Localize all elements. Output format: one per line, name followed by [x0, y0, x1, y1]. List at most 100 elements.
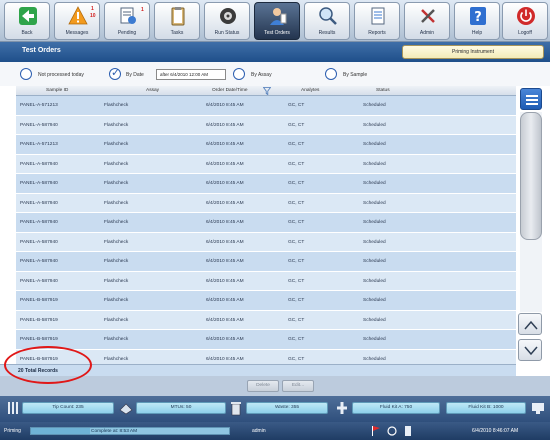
edit-button[interactable]: Edit...	[282, 380, 314, 392]
status-cell: Scheduled	[363, 337, 386, 342]
sample-id-cell: PANEL-B-587919	[20, 317, 58, 323]
run-status-button[interactable]: Run Status	[204, 2, 250, 40]
label-not-processed-today: Not processed today	[38, 72, 84, 78]
column-header-status[interactable]: Status	[376, 88, 390, 93]
magnifier-icon	[319, 7, 337, 25]
radio-not-processed-today[interactable]	[20, 68, 32, 80]
table-row[interactable]: PANEL-A-587940 Flashcheck 6/4/2010 8:45 AM…	[16, 271, 516, 291]
sample-id-cell: PANEL-A-587940	[20, 200, 58, 206]
table-row[interactable]: PANEL-A-587940 Flashcheck 6/4/2010 8:45 AM…	[16, 252, 516, 272]
scroll-up-button[interactable]	[518, 313, 542, 335]
table-row[interactable]: PANEL-A-587940 Flashcheck 6/4/2010 8:45 AM…	[16, 232, 516, 252]
back-button[interactable]: Back	[4, 2, 50, 40]
sample-id-cell: PANEL-B-587919	[20, 337, 58, 342]
analytes-cell: GC, CT	[288, 142, 305, 147]
consumables-bar: Tip Count: 235 MTUs: 50 Waste: 355 Fluid…	[0, 396, 550, 422]
order-date-cell: 6/4/2010 8:45 AM	[206, 259, 244, 264]
back-arrow-icon	[19, 7, 37, 25]
radio-by-date[interactable]	[109, 66, 121, 80]
filter-icon[interactable]	[263, 87, 271, 95]
table-row[interactable]: PANEL-A-571213 Flashcheck 6/4/2010 8:45 AM…	[16, 96, 516, 116]
table-row[interactable]: PANEL-A-587940 Flashcheck 6/4/2010 8:45 AM…	[16, 154, 516, 174]
admin-label: Admin	[419, 30, 435, 36]
bar-icon	[526, 103, 538, 105]
instrument-status-text: Priming Instrument	[452, 49, 494, 55]
pending-badge: 1	[141, 7, 144, 13]
test-orders-label: Test Orders	[264, 30, 290, 36]
table-row[interactable]: PANEL-A-587940 Flashcheck 6/4/2010 8:45 AM…	[16, 115, 516, 135]
tip-count-indicator[interactable]: Tip Count: 235	[22, 402, 114, 414]
radio-by-assay[interactable]	[233, 68, 245, 80]
waste-indicator[interactable]: Waste: 355	[246, 402, 328, 414]
results-label: Results	[318, 30, 336, 36]
fluid-kit-a-indicator[interactable]: Fluid Kit A: 750	[352, 402, 440, 414]
order-date-cell: 6/4/2010 8:45 AM	[206, 122, 244, 128]
analytes-cell: GC, CT	[288, 298, 305, 303]
table-row[interactable]: PANEL-A-587940 Flashcheck 6/4/2010 8:45 AM…	[16, 193, 516, 213]
analytes-cell: GC, CT	[288, 181, 305, 186]
assay-cell: Flashcheck	[104, 317, 129, 323]
reports-button[interactable]: Reports	[354, 2, 400, 40]
sample-id-cell: PANEL-A-587940	[20, 239, 58, 245]
order-date-cell: 6/4/2010 8:45 AM	[206, 298, 244, 303]
logoff-button[interactable]: Logoff	[502, 2, 548, 40]
run-progress-fill	[31, 428, 91, 434]
messages-button[interactable]: 1 10 Messages	[54, 2, 100, 40]
scrollbar-thumb[interactable]	[520, 112, 542, 240]
scroll-down-button[interactable]	[518, 339, 542, 361]
status-cell: Scheduled	[363, 220, 386, 225]
test-orders-button[interactable]: Test Orders	[254, 2, 300, 40]
table-row[interactable]: PANEL-B-587919 Flashcheck 6/4/2010 8:45 AM…	[16, 330, 516, 350]
assay-cell: Flashcheck	[104, 122, 129, 128]
help-label: Help	[471, 30, 483, 36]
assay-cell: Flashcheck	[104, 278, 129, 284]
assay-cell: Flashcheck	[104, 356, 129, 362]
main-toolbar: Back 1 10 Messages 1 Pending Tasks Run S…	[0, 0, 550, 42]
sample-id-cell: PANEL-A-571213	[20, 142, 58, 147]
flag-icon	[372, 426, 380, 436]
column-header-assay[interactable]: Assay	[146, 88, 159, 93]
action-bar: Delete Edit...	[0, 376, 550, 396]
assay-cell: Flashcheck	[104, 161, 129, 167]
pending-button[interactable]: 1 Pending	[104, 2, 150, 40]
tip-rack-icon	[8, 402, 18, 414]
status-cell: Scheduled	[363, 278, 386, 284]
document-icon	[405, 426, 411, 436]
order-date-cell: 6/4/2010 8:45 AM	[206, 220, 244, 225]
tasks-button[interactable]: Tasks	[154, 2, 200, 40]
analytes-cell: GC, CT	[288, 161, 305, 167]
table-row[interactable]: PANEL-A-587940 Flashcheck 6/4/2010 8:45 AM…	[16, 174, 516, 194]
assay-cell: Flashcheck	[104, 103, 129, 108]
status-cell: Scheduled	[363, 259, 386, 264]
table-row[interactable]: PANEL-A-587940 Flashcheck 6/4/2010 8:45 AM…	[16, 213, 516, 233]
assay-cell: Flashcheck	[104, 181, 129, 186]
highlight-annotation-circle	[4, 346, 92, 384]
analytes-cell: GC, CT	[288, 278, 305, 284]
run-progress-bar: Complete at: 8:53 AM	[30, 427, 230, 435]
page-title: Test Orders	[22, 47, 61, 54]
mtu-icon	[119, 403, 133, 415]
analytes-cell: GC, CT	[288, 356, 305, 362]
column-header-analytes[interactable]: Analytes	[301, 88, 319, 93]
results-button[interactable]: Results	[304, 2, 350, 40]
order-date-cell: 6/4/2010 8:45 AM	[206, 142, 244, 147]
help-button[interactable]: ? Help	[454, 2, 500, 40]
order-date-cell: 6/4/2010 8:45 AM	[206, 239, 244, 245]
table-row[interactable]: PANEL-A-571213 Flashcheck 6/4/2010 8:45 AM…	[16, 135, 516, 155]
order-date-cell: 6/4/2010 8:45 AM	[206, 317, 244, 323]
column-header-sample-id[interactable]: Sample ID	[46, 88, 68, 93]
scroll-to-top-button[interactable]	[520, 88, 542, 110]
sample-id-cell: PANEL-A-587940	[20, 161, 58, 167]
analytes-cell: GC, CT	[288, 122, 305, 128]
column-header-order-date[interactable]: Order Date/Time	[212, 88, 248, 93]
svg-text:?: ?	[474, 10, 482, 25]
admin-button[interactable]: Admin	[404, 2, 450, 40]
mtus-indicator[interactable]: MTUs: 50	[136, 402, 226, 414]
radio-by-sample[interactable]	[325, 68, 337, 80]
fluid-kit-b-indicator[interactable]: Fluid Kit B: 1000	[446, 402, 526, 414]
delete-button[interactable]: Delete	[247, 380, 279, 392]
table-row[interactable]: PANEL-B-587919 Flashcheck 6/4/2010 8:45 AM…	[16, 291, 516, 311]
date-filter-field[interactable]: after 6/4/2010 12:00 AM	[156, 69, 226, 80]
assay-cell: Flashcheck	[104, 298, 129, 303]
table-row[interactable]: PANEL-B-587919 Flashcheck 6/4/2010 8:45 AM…	[16, 310, 516, 330]
